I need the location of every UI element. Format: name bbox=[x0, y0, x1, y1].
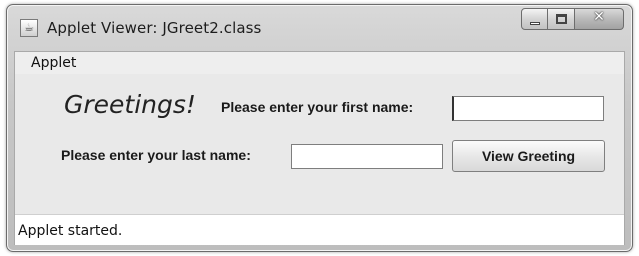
menu-applet[interactable]: Applet bbox=[31, 55, 76, 71]
last-name-field[interactable] bbox=[291, 144, 443, 169]
last-name-label: Please enter your last name: bbox=[61, 147, 251, 163]
applet-viewer-window: ☕ Applet Viewer: JGreet2.class ✕ Applet … bbox=[6, 4, 633, 252]
maximize-icon bbox=[556, 14, 567, 24]
first-name-label: Please enter your first name: bbox=[221, 99, 414, 115]
java-cup-icon[interactable]: ☕ bbox=[20, 19, 38, 37]
minimize-icon bbox=[530, 22, 540, 25]
minimize-button[interactable] bbox=[521, 8, 548, 30]
applet-panel: Greetings! Please enter your first name:… bbox=[15, 74, 624, 214]
view-greeting-button[interactable]: View Greeting bbox=[452, 140, 605, 172]
window-controls: ✕ bbox=[521, 8, 624, 32]
client-area: Applet Greetings! Please enter your firs… bbox=[14, 51, 625, 245]
first-name-field[interactable] bbox=[452, 96, 604, 121]
menu-bar: Applet bbox=[15, 52, 624, 74]
status-bar: Applet started. bbox=[15, 214, 624, 245]
title-bar[interactable]: ☕ Applet Viewer: JGreet2.class ✕ bbox=[7, 5, 632, 47]
close-button[interactable]: ✕ bbox=[575, 8, 624, 30]
status-text: Applet started. bbox=[18, 223, 123, 239]
close-icon: ✕ bbox=[593, 9, 605, 25]
greeting-heading: Greetings! bbox=[64, 90, 196, 119]
window-title: Applet Viewer: JGreet2.class bbox=[47, 19, 262, 37]
maximize-button[interactable] bbox=[548, 8, 575, 30]
